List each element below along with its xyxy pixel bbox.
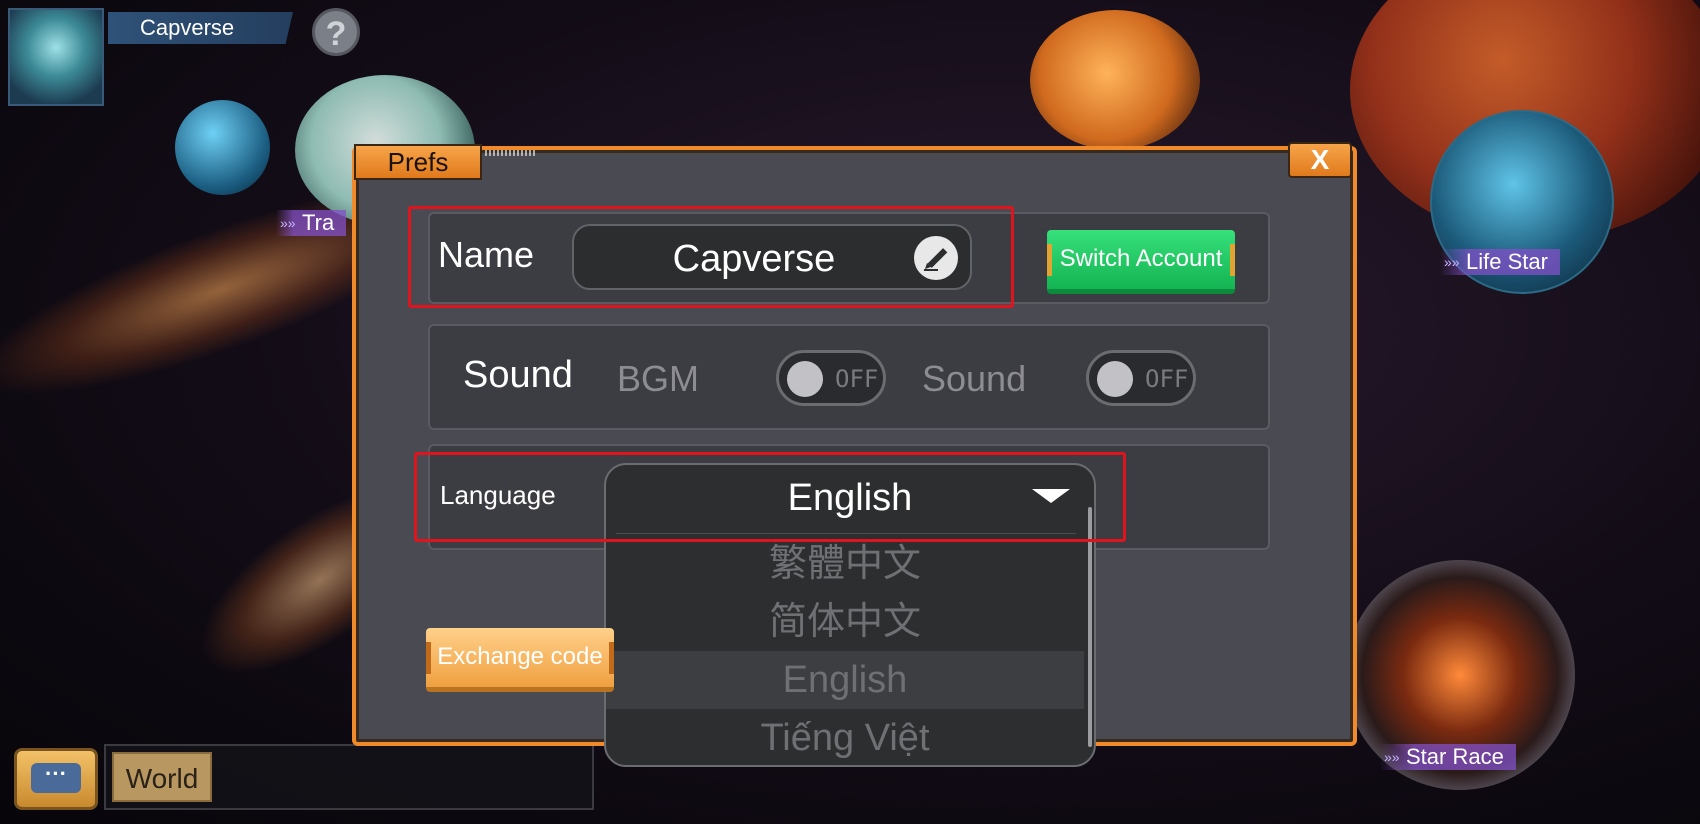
toggle-knob xyxy=(1097,361,1133,397)
chevron-icon: »» xyxy=(1444,254,1460,270)
chat-button[interactable]: ··· xyxy=(14,748,98,810)
language-option-simplified-chinese[interactable]: 简体中文 xyxy=(606,593,1084,651)
bgm-label: BGM xyxy=(617,358,700,399)
sound-effects-label: Sound xyxy=(922,358,1027,399)
help-button[interactable]: ? xyxy=(312,8,360,56)
sound-section-label: Sound xyxy=(463,354,573,396)
player-name: Capverse xyxy=(108,12,293,44)
map-label-text: Tra xyxy=(302,210,335,235)
close-button[interactable]: X xyxy=(1288,142,1352,178)
switch-account-button[interactable]: Switch Account xyxy=(1047,230,1235,294)
decorative-stripes xyxy=(485,150,535,156)
bgm-toggle[interactable]: OFF xyxy=(776,350,886,406)
exchange-code-button[interactable]: Exchange code xyxy=(426,628,614,692)
highlight-box-language-row xyxy=(414,452,1126,542)
language-option-vietnamese[interactable]: Tiếng Việt xyxy=(606,709,1084,765)
map-label-text: Life Star xyxy=(1466,249,1548,274)
toggle-knob xyxy=(787,361,823,397)
blue-planet xyxy=(175,100,270,195)
chat-bubble-icon: ··· xyxy=(31,763,81,793)
map-label-star-race[interactable]: »» Star Race xyxy=(1380,744,1516,770)
map-label-text: Star Race xyxy=(1406,744,1504,769)
language-option-english[interactable]: English xyxy=(606,651,1084,709)
language-option-traditional-chinese[interactable]: 繁體中文 xyxy=(606,535,1084,593)
toggle-state: OFF xyxy=(1145,365,1189,393)
space-station[interactable] xyxy=(1030,10,1200,150)
dropdown-scrollbar[interactable] xyxy=(1088,507,1092,747)
chevron-icon: »» xyxy=(1384,749,1400,765)
map-label-left[interactable]: »» Tra xyxy=(276,210,347,236)
highlight-box-name-row xyxy=(408,206,1014,308)
player-avatar[interactable] xyxy=(8,8,104,106)
map-label-life-star[interactable]: »» Life Star xyxy=(1440,249,1560,275)
dialog-title: Prefs xyxy=(354,144,482,180)
world-chat-tab[interactable]: World xyxy=(112,752,212,802)
toggle-state: OFF xyxy=(835,365,879,393)
chevron-icon: »» xyxy=(280,215,296,231)
sound-toggle[interactable]: OFF xyxy=(1086,350,1196,406)
